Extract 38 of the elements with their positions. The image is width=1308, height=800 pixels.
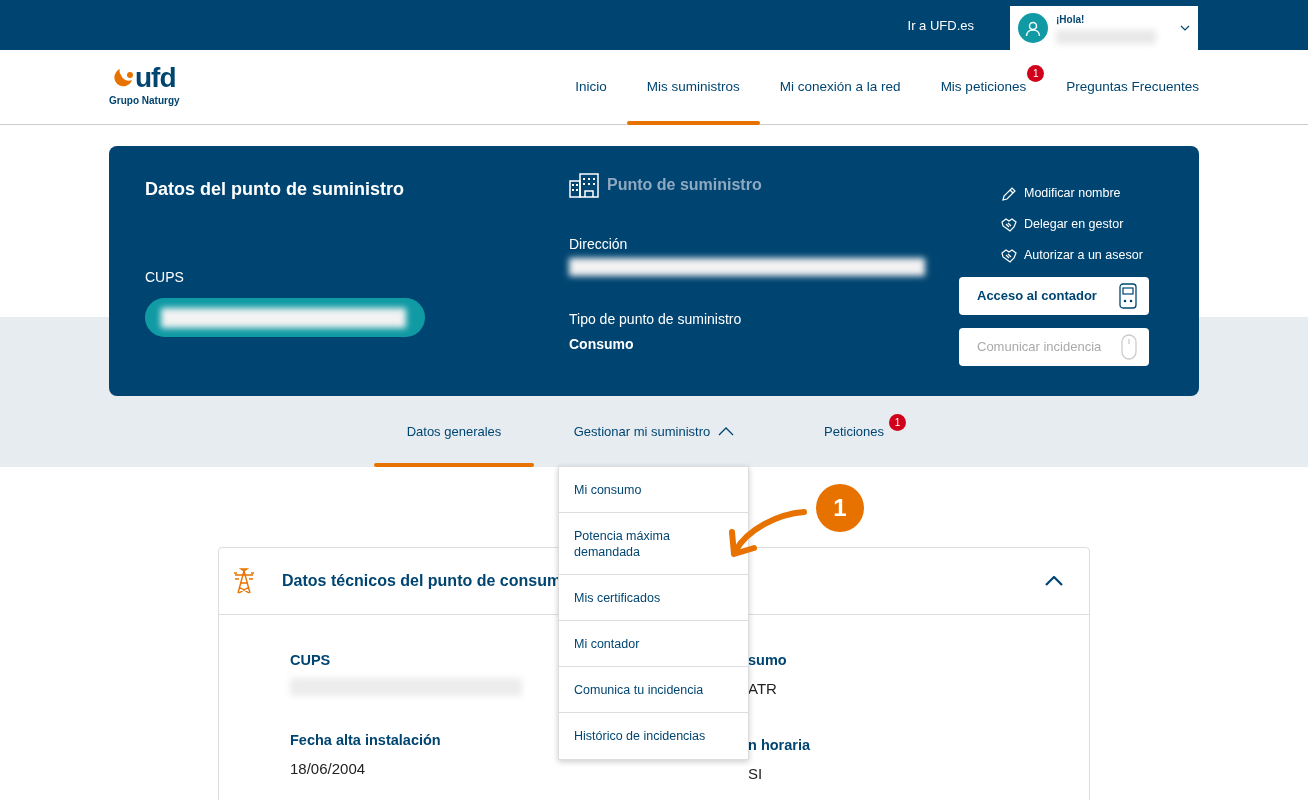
menu-item[interactable]: Potencia máxima demandada <box>559 513 748 575</box>
field-label: sumo <box>748 651 787 670</box>
tab[interactable]: Datos generales <box>374 396 534 467</box>
field-label: CUPS <box>145 268 185 287</box>
card-title: Datos del punto de suministro <box>145 178 405 201</box>
ufd-logo: ufd Grupo Naturgy <box>109 66 180 108</box>
field-label: CUPS <box>290 651 331 670</box>
greeting-text: ¡Hola! <box>1056 13 1086 27</box>
field-label: Tipo de punto de suministro <box>569 310 743 329</box>
nav-link[interactable]: Mi conexión a la red <box>759 49 921 125</box>
tab[interactable]: Gestionar mi suministro <box>534 396 774 467</box>
nav-link[interactable]: Mis suministros <box>626 49 760 125</box>
field-label: Fecha alta instalación <box>290 731 441 750</box>
notification-badge: 1 <box>889 414 906 431</box>
field-value: 18/06/2004 <box>290 759 366 779</box>
action-link[interactable]: Modificar nombre <box>1001 178 1143 209</box>
action-link[interactable]: Autorizar a un asesor <box>1001 240 1143 271</box>
notification-badge: 1 <box>1027 64 1045 82</box>
field-value: SI <box>748 764 763 784</box>
field-value: ATR <box>748 679 777 699</box>
field-value: Consumo <box>569 335 635 354</box>
nav-link[interactable]: Inicio <box>555 49 627 125</box>
ufd-link[interactable]: Ir a UFD.es <box>907 16 974 36</box>
tab[interactable]: Peticiones 1 <box>774 396 934 467</box>
field-label: Dirección <box>569 235 629 254</box>
menu-item[interactable]: Mis certificados <box>559 575 748 621</box>
user-menu[interactable]: ¡Hola! <box>1010 6 1198 50</box>
menu-item[interactable]: Mi contador <box>559 621 748 667</box>
action-link[interactable]: Delegar en gestor <box>1001 209 1143 240</box>
menu-item[interactable]: Histórico de incidencias <box>559 713 748 759</box>
field-label: n horaria <box>748 736 811 755</box>
menu-item[interactable]: Mi consumo <box>559 467 748 513</box>
action-button[interactable]: Acceso al contador <box>959 277 1149 315</box>
section-title: Punto de suministro <box>607 175 762 195</box>
nav-link[interactable]: Mis peticiones 1 <box>920 49 1047 125</box>
nav-link[interactable]: Preguntas Frecuentes <box>1046 49 1199 125</box>
menu-item[interactable]: Comunica tu incidencia <box>559 667 748 713</box>
step-number: 1 <box>816 484 864 532</box>
